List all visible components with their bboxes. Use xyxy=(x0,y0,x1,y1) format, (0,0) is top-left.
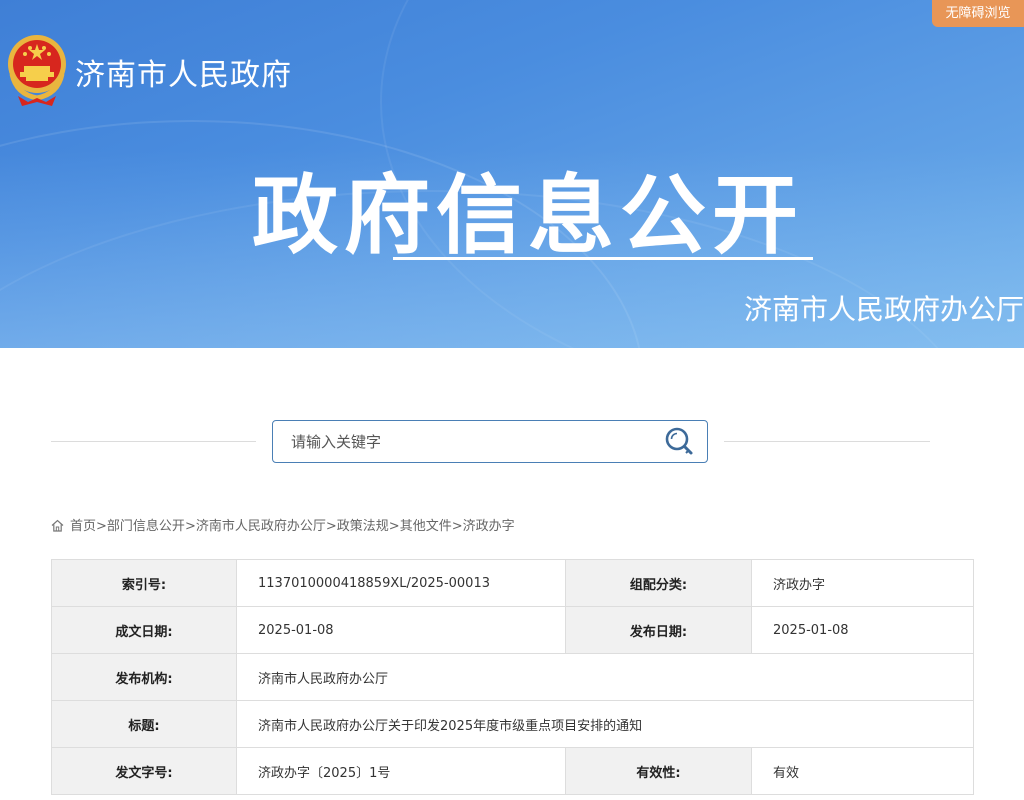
title-divider xyxy=(393,257,813,260)
doc-number-value: 济政办字〔2025〕1号 xyxy=(236,747,566,795)
table-row: 标题: 济南市人民政府办公厅关于印发2025年度市级重点项目安排的通知 xyxy=(51,700,974,748)
breadcrumb-separator: > xyxy=(184,519,196,534)
document-info-table: 索引号: 1137010000418859XL/2025-00013 组配分类:… xyxy=(51,559,974,795)
table-row: 发文字号: 济政办字〔2025〕1号 有效性: 有效 xyxy=(51,747,974,795)
written-date-value: 2025-01-08 xyxy=(236,606,566,654)
title-label: 标题: xyxy=(51,700,237,748)
search-divider-right xyxy=(724,441,930,442)
breadcrumb-dept-disclosure[interactable]: 部门信息公开 xyxy=(107,519,185,534)
written-date-label: 成文日期: xyxy=(51,606,237,654)
category-label: 组配分类: xyxy=(565,559,752,607)
doc-number-label: 发文字号: xyxy=(51,747,237,795)
category-value: 济政办字 xyxy=(751,559,974,607)
search-input[interactable] xyxy=(273,421,671,462)
title-value: 济南市人民政府办公厅关于印发2025年度市级重点项目安排的通知 xyxy=(236,700,974,748)
national-emblem-icon[interactable] xyxy=(6,32,68,108)
breadcrumb-separator: > xyxy=(388,519,400,534)
header-banner: 济南市人民政府 无障碍浏览 政府信息公开 济南市人民政府办公厅 xyxy=(0,0,1024,348)
table-row: 发布机构: 济南市人民政府办公厅 xyxy=(51,653,974,701)
accessibility-button[interactable]: 无障碍浏览 xyxy=(932,0,1024,27)
table-row: 成文日期: 2025-01-08 发布日期: 2025-01-08 xyxy=(51,606,974,654)
breadcrumb-other-docs[interactable]: 其他文件 xyxy=(400,519,452,534)
home-icon xyxy=(51,519,64,532)
publish-date-label: 发布日期: xyxy=(565,606,752,654)
validity-value: 有效 xyxy=(751,747,974,795)
publish-date-value: 2025-01-08 xyxy=(751,606,974,654)
issuer-label: 发布机构: xyxy=(51,653,237,701)
breadcrumb-office[interactable]: 济南市人民政府办公厅 xyxy=(196,519,326,534)
validity-label: 有效性: xyxy=(565,747,752,795)
breadcrumb-separator: > xyxy=(325,519,337,534)
department-name: 济南市人民政府办公厅 xyxy=(743,293,1024,326)
index-number-value: 1137010000418859XL/2025-00013 xyxy=(236,559,566,607)
search-box xyxy=(272,420,708,463)
search-icon[interactable] xyxy=(663,425,697,459)
breadcrumb-policy[interactable]: 政策法规 xyxy=(337,519,389,534)
page-title: 政府信息公开 xyxy=(252,166,804,266)
breadcrumb: 首页>部门信息公开>济南市人民政府办公厅>政策法规>其他文件>济政办字 xyxy=(51,515,515,534)
breadcrumb-current[interactable]: 济政办字 xyxy=(463,519,515,534)
search-divider-left xyxy=(51,441,256,442)
breadcrumb-home[interactable]: 首页 xyxy=(70,519,96,534)
issuer-value: 济南市人民政府办公厅 xyxy=(236,653,974,701)
site-name[interactable]: 济南市人民政府 xyxy=(75,50,292,94)
index-number-label: 索引号: xyxy=(51,559,237,607)
table-row: 索引号: 1137010000418859XL/2025-00013 组配分类:… xyxy=(51,559,974,607)
breadcrumb-separator: > xyxy=(451,519,463,534)
breadcrumb-separator: > xyxy=(96,519,107,534)
